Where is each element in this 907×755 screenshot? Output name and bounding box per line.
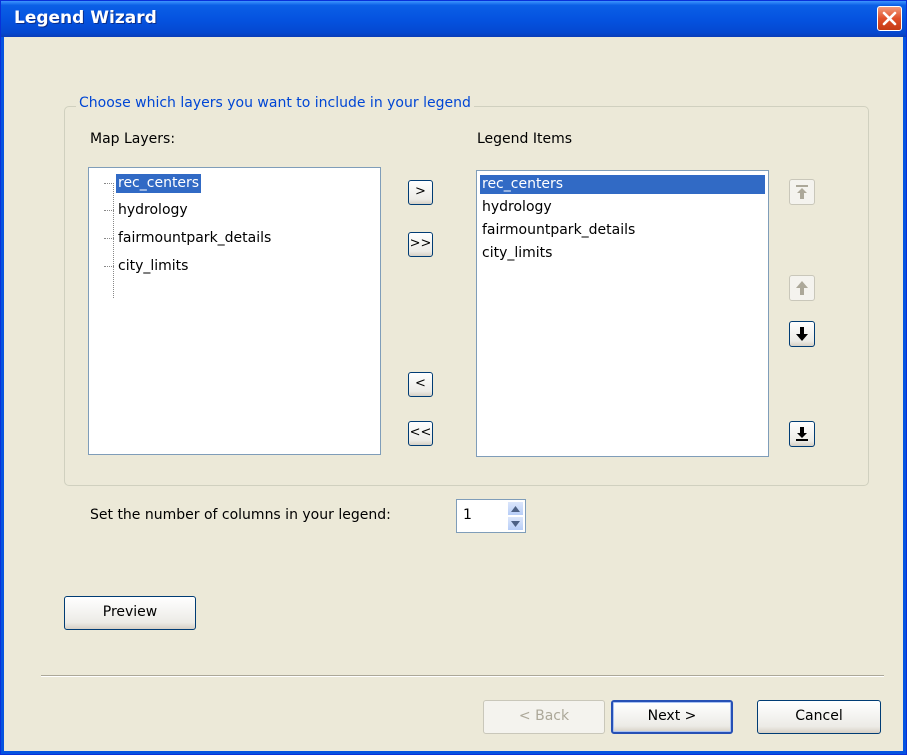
move-to-bottom-button[interactable] [789, 421, 815, 447]
move-to-top-button[interactable] [789, 179, 815, 205]
close-button[interactable] [877, 6, 902, 31]
tree-item-label: fairmountpark_details [118, 230, 272, 246]
legend-items-label: Legend Items [477, 131, 573, 147]
window-border-bottom [1, 751, 906, 754]
next-button[interactable]: Next > [611, 700, 733, 734]
legend-items-list[interactable]: rec_centers hydrology fairmountpark_deta… [476, 170, 769, 457]
close-icon [882, 11, 897, 26]
list-item-rec-centers[interactable]: rec_centers [480, 175, 765, 194]
tree-item-label: city_limits [118, 258, 189, 274]
map-layers-label: Map Layers: [90, 131, 176, 147]
preview-button[interactable]: Preview [64, 596, 196, 630]
tree-item-label: rec_centers [116, 174, 202, 193]
arrow-bottom-icon [796, 427, 808, 441]
footer-separator [41, 675, 884, 677]
chevron-down-icon [511, 521, 520, 527]
add-all-button[interactable]: >> [408, 232, 433, 257]
chevron-up-icon [511, 506, 520, 512]
arrow-down-icon [796, 327, 808, 341]
move-down-button[interactable] [789, 321, 815, 347]
list-item-city-limits[interactable]: city_limits [480, 244, 554, 263]
spin-down-button[interactable] [507, 516, 524, 531]
arrow-up-icon [796, 281, 808, 295]
columns-spinner[interactable]: 1 [456, 499, 526, 533]
move-up-button[interactable] [789, 275, 815, 301]
remove-all-button[interactable]: << [408, 421, 433, 446]
map-layers-tree[interactable]: rec_centers hydrology fairmountpark_deta… [88, 167, 381, 455]
columns-value[interactable]: 1 [463, 507, 472, 523]
window-border-right [903, 37, 906, 754]
title-bar[interactable]: Legend Wizard [1, 1, 906, 37]
tree-line [113, 183, 114, 298]
window-title: Legend Wizard [14, 8, 157, 28]
add-button[interactable]: > [408, 180, 433, 205]
tree-item-label: hydrology [118, 202, 188, 218]
group-title: Choose which layers you want to include … [76, 95, 474, 111]
legend-wizard-window: Legend Wizard Choose which layers you wa… [0, 0, 907, 755]
arrow-top-icon [796, 185, 808, 199]
window-border-left [1, 37, 4, 754]
list-item-fairmountpark-details[interactable]: fairmountpark_details [480, 221, 637, 240]
remove-button[interactable]: < [408, 372, 433, 397]
columns-label: Set the number of columns in your legend… [90, 507, 391, 523]
cancel-button[interactable]: Cancel [757, 700, 881, 734]
back-button[interactable]: < Back [483, 700, 605, 734]
list-item-hydrology[interactable]: hydrology [480, 198, 554, 217]
spin-up-button[interactable] [507, 501, 524, 516]
